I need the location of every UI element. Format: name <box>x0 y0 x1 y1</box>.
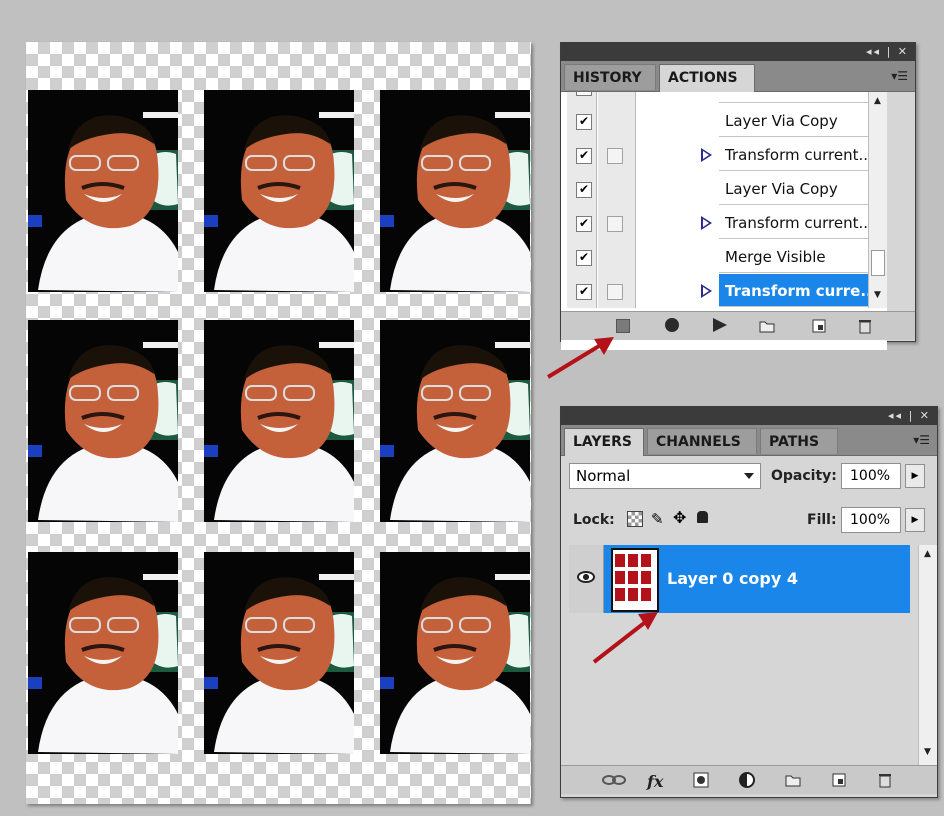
folder-icon[interactable] <box>759 318 775 334</box>
photo-tile <box>380 320 530 522</box>
annotation-arrow-stop <box>546 337 614 379</box>
new-action-icon[interactable] <box>811 318 827 334</box>
action-label: Merge Visible <box>719 240 885 273</box>
photo-tile <box>28 320 178 522</box>
action-label: Layer Via Copy <box>719 172 885 205</box>
fill-slider-button[interactable]: ▶ <box>905 508 925 532</box>
trash-icon[interactable] <box>857 318 873 334</box>
lock-paint-icon[interactable]: ✎ <box>651 510 664 528</box>
tab-history[interactable]: HISTORY <box>564 64 656 90</box>
action-label: Transform current... <box>719 138 885 171</box>
eye-icon <box>577 571 595 583</box>
list-item[interactable]: ✔ Transform current... <box>561 138 887 172</box>
tab-paths[interactable]: PATHS <box>760 428 838 454</box>
action-label <box>719 92 885 103</box>
toggle-checkbox[interactable]: ✔ <box>576 284 592 300</box>
lock-all-icon[interactable] <box>697 511 708 523</box>
photo-tile <box>380 552 530 754</box>
blend-mode-select[interactable]: Normal <box>569 463 761 489</box>
chevron-down-icon <box>744 473 754 479</box>
actions-panel: ◂◂ | ✕ HISTORY ACTIONS ▾☰ ✔ ✔ Layer Via … <box>560 42 916 350</box>
list-item-selected[interactable]: ✔ Transform curre... <box>561 274 887 308</box>
toggle-checkbox[interactable]: ✔ <box>576 250 592 266</box>
list-item[interactable]: ✔ Layer Via Copy <box>561 172 887 206</box>
toggle-checkbox[interactable]: ✔ <box>576 182 592 198</box>
collapse-close-controls[interactable]: ◂◂ | ✕ <box>888 409 931 422</box>
layer-name[interactable]: Layer 0 copy 4 <box>667 545 798 613</box>
lock-transparency-icon[interactable] <box>627 511 643 527</box>
photo-tile <box>204 552 354 754</box>
vertical-scrollbar[interactable]: ▲ ▼ <box>918 545 937 765</box>
toggle-checkbox[interactable]: ✔ <box>576 114 592 130</box>
collapse-close-controls[interactable]: ◂◂ | ✕ <box>866 45 909 58</box>
fill-label: Fill: <box>807 512 837 528</box>
photo-tile <box>28 90 178 292</box>
panel-tabs: LAYERS CHANNELS PATHS ▾☰ <box>561 425 937 456</box>
tab-channels[interactable]: CHANNELS <box>647 428 757 454</box>
list-item[interactable]: ✔ Layer Via Copy <box>561 104 887 138</box>
list-item[interactable]: ✔ <box>561 92 887 104</box>
expand-triangle-icon[interactable] <box>701 284 712 298</box>
toggle-checkbox[interactable]: ✔ <box>576 148 592 164</box>
photo-tile <box>28 552 178 754</box>
list-item[interactable]: ✔ Merge Visible <box>561 240 887 274</box>
scroll-up-icon[interactable]: ▲ <box>924 549 931 559</box>
opacity-label: Opacity: <box>771 468 837 484</box>
adjustment-icon[interactable] <box>739 772 755 788</box>
lock-position-icon[interactable]: ✥ <box>673 508 686 527</box>
panel-tabs: HISTORY ACTIONS ▾☰ <box>561 61 915 92</box>
dialog-toggle[interactable] <box>607 216 623 232</box>
photo-tile <box>204 90 354 292</box>
panel-titlebar[interactable]: ◂◂ | ✕ <box>561 407 937 425</box>
annotation-arrow-layer <box>592 612 658 664</box>
link-icon[interactable] <box>601 772 627 788</box>
fill-field[interactable]: 100% <box>841 507 901 533</box>
mask-icon[interactable] <box>693 772 709 788</box>
photo-tile <box>204 320 354 522</box>
thumbnail-preview <box>613 550 653 606</box>
toggle-checkbox[interactable]: ✔ <box>576 216 592 232</box>
expand-triangle-icon[interactable] <box>701 216 712 230</box>
vertical-scrollbar[interactable]: ▲ ▼ <box>868 92 887 308</box>
expand-triangle-icon[interactable] <box>701 148 712 162</box>
scroll-thumb[interactable] <box>871 250 885 276</box>
tab-layers[interactable]: LAYERS <box>564 428 644 456</box>
dialog-toggle[interactable] <box>607 148 623 164</box>
photo-tile <box>380 90 530 292</box>
document-canvas[interactable] <box>26 42 531 804</box>
opacity-field[interactable]: 100% <box>841 463 901 489</box>
panel-menu-icon[interactable]: ▾☰ <box>913 433 930 447</box>
folder-icon[interactable] <box>785 772 801 788</box>
action-label: Transform current... <box>719 206 885 239</box>
scroll-up-icon[interactable]: ▲ <box>874 96 881 106</box>
action-label: Transform curre... <box>719 274 885 307</box>
scroll-down-icon[interactable]: ▼ <box>924 747 931 757</box>
play-icon[interactable] <box>713 318 729 334</box>
opacity-slider-button[interactable]: ▶ <box>905 464 925 488</box>
trash-icon[interactable] <box>877 772 893 788</box>
record-icon[interactable] <box>665 318 681 334</box>
lock-label: Lock: <box>573 512 615 528</box>
new-layer-icon[interactable] <box>831 772 847 788</box>
panel-menu-icon[interactable]: ▾☰ <box>891 69 908 83</box>
scroll-down-icon[interactable]: ▼ <box>874 290 881 300</box>
fx-icon[interactable]: fx <box>647 772 673 791</box>
toggle-checkbox[interactable]: ✔ <box>576 92 592 96</box>
blend-mode-value: Normal <box>576 467 631 485</box>
layers-button-bar: fx <box>561 765 937 794</box>
panel-titlebar[interactable]: ◂◂ | ✕ <box>561 43 915 61</box>
dialog-toggle[interactable] <box>607 284 623 300</box>
action-label: Layer Via Copy <box>719 104 885 137</box>
list-item[interactable]: ✔ Transform current... <box>561 206 887 240</box>
tab-actions[interactable]: ACTIONS <box>659 64 755 92</box>
